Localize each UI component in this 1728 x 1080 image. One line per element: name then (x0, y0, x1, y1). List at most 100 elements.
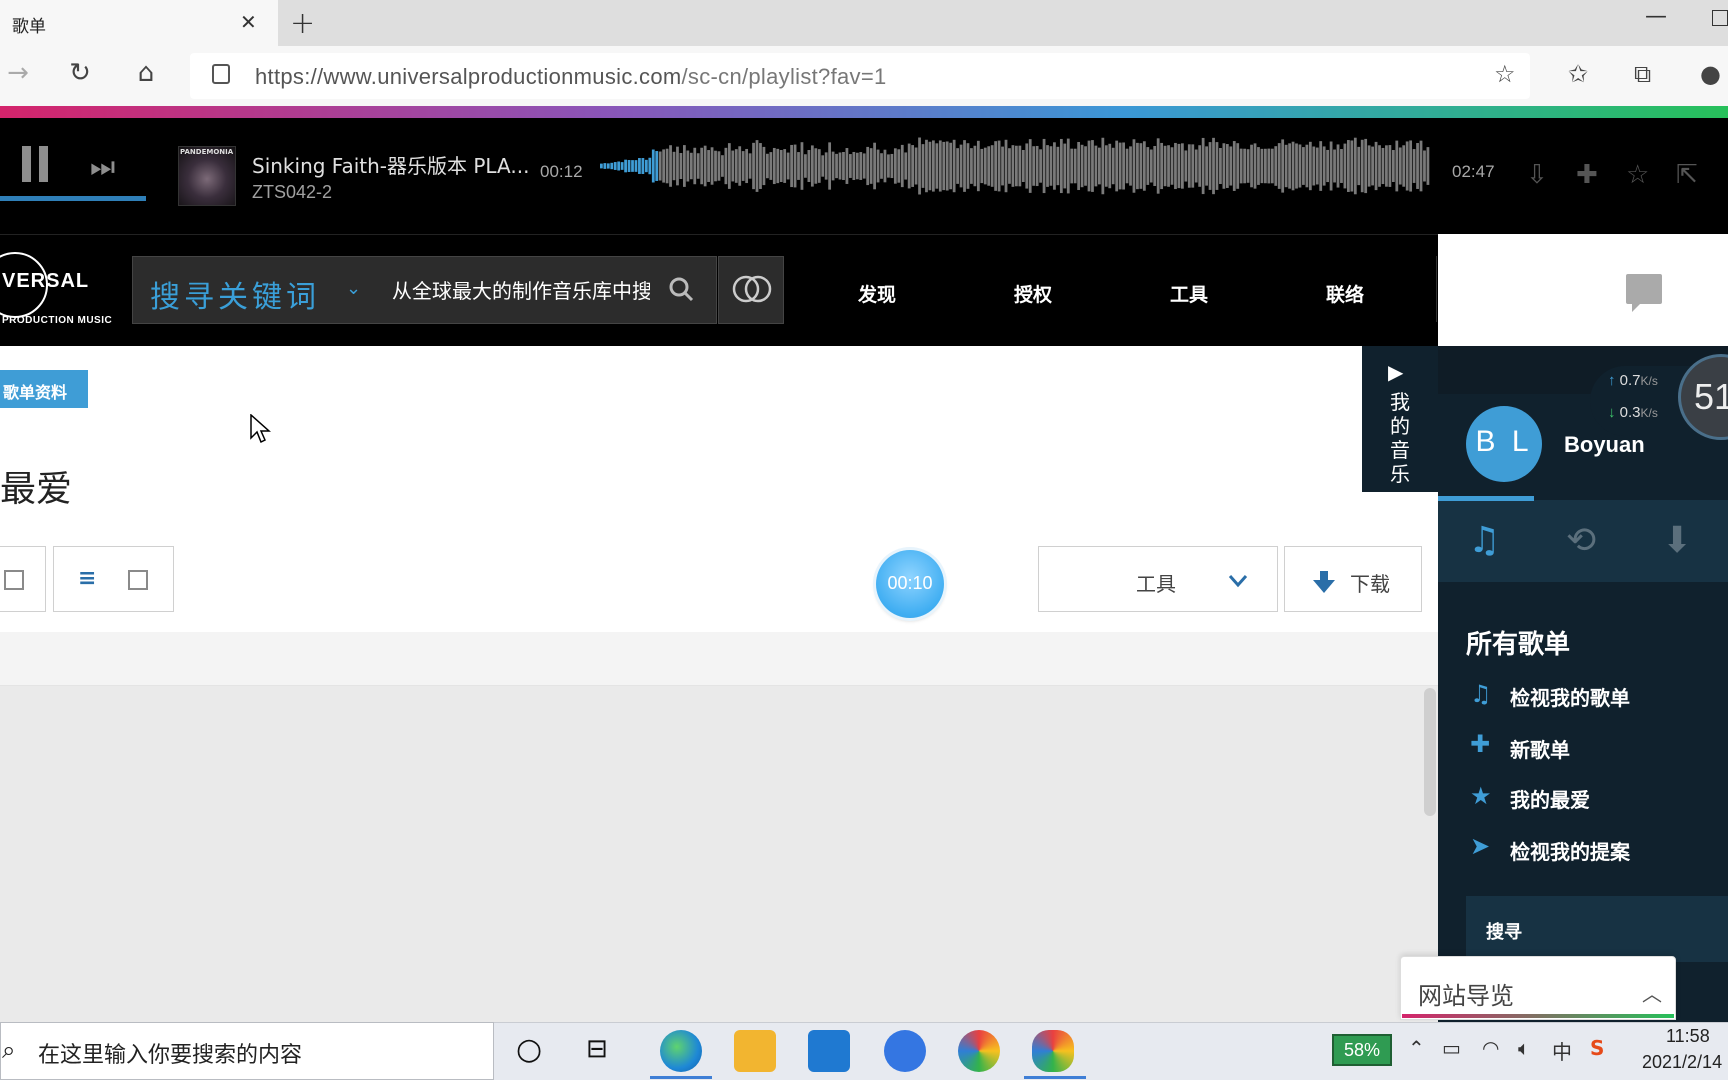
tab-close-icon[interactable]: ✕ (240, 10, 257, 34)
chevron-up-icon[interactable]: ︿ (1642, 978, 1662, 1007)
waveform-bar (613, 162, 617, 170)
taskbar-search-text[interactable]: 在这里输入你要搜索的内容 (38, 1037, 302, 1069)
sort-checkbox[interactable] (128, 570, 148, 590)
refresh-icon[interactable]: ↻ (62, 58, 98, 88)
volume-icon[interactable]: 🔈︎ (1518, 1036, 1530, 1060)
sort-button[interactable] (53, 546, 174, 612)
waveform-bar (1056, 146, 1060, 186)
lock-icon[interactable] (212, 64, 230, 84)
waveform-bar (1340, 149, 1343, 183)
star-icon[interactable]: ★ (1470, 782, 1492, 810)
nav-tools[interactable]: 工具 (1170, 280, 1208, 307)
cortana-icon[interactable]: ○ (516, 1032, 542, 1067)
mail-icon[interactable] (808, 1030, 850, 1072)
sidebar-item-my-playlists[interactable]: 检视我的歌单 (1510, 682, 1630, 711)
waveform-bar (935, 143, 939, 189)
waveform-bar (634, 160, 638, 172)
logo-text[interactable]: VERSAL (2, 270, 89, 293)
waveform-bar (897, 149, 901, 183)
chat-icon[interactable] (1626, 274, 1662, 312)
music-note-icon[interactable]: ♫ (1470, 680, 1492, 708)
edge-icon[interactable] (660, 1030, 702, 1072)
scrollbar[interactable] (1424, 688, 1436, 816)
waveform-bar (1250, 144, 1253, 188)
ime-indicator[interactable]: 中 (1552, 1036, 1572, 1065)
playlists-tab-icon[interactable]: ♫ (1468, 520, 1500, 561)
chrome-like-icon[interactable] (958, 1030, 1000, 1072)
search-type-select[interactable]: 搜寻关键词 (150, 272, 320, 316)
playlist-profile-tab[interactable]: 歌单资料 (0, 370, 88, 408)
search-input[interactable] (392, 270, 650, 312)
tray-expand-icon[interactable]: ⌃ (1408, 1036, 1425, 1060)
site-nav-label[interactable]: 网站导览 (1418, 976, 1514, 1011)
waveform-bar (776, 148, 780, 184)
search-icon[interactable] (668, 276, 694, 302)
tab-title[interactable]: 歌单 (12, 12, 46, 37)
clock-time[interactable]: 11:58 (1666, 1026, 1710, 1047)
favorites-icon[interactable]: ✩ (1568, 60, 1588, 88)
site-color-strip (0, 106, 1728, 118)
app-l-icon[interactable] (884, 1030, 926, 1072)
sidebar-item-my-proposals[interactable]: 检视我的提案 (1510, 836, 1630, 865)
waveform-bar (945, 141, 949, 191)
waveform-bar (693, 147, 697, 185)
waveform-bar (952, 139, 956, 193)
waveform[interactable] (600, 136, 1430, 196)
waveform-bar (828, 142, 832, 190)
add-to-playlist-icon[interactable]: ✚ (1576, 160, 1598, 190)
maximize-icon[interactable] (1712, 10, 1728, 26)
battery-indicator[interactable]: 58% (1332, 1034, 1392, 1066)
new-tab-icon[interactable]: + (290, 6, 315, 41)
waveform-bar (1353, 137, 1357, 195)
waveform-bar (714, 150, 717, 182)
open-track-icon[interactable]: ⇱ (1676, 160, 1698, 190)
waveform-bar (672, 151, 676, 181)
nav-discover[interactable]: 发现 (858, 280, 896, 307)
clock-date[interactable]: 2021/2/14 (1642, 1052, 1722, 1073)
downloads-tab-icon[interactable]: ⬇ (1662, 520, 1692, 561)
download-track-icon[interactable]: ⇩ (1526, 160, 1548, 190)
waveform-bar (994, 141, 998, 191)
plus-icon[interactable]: ✚ (1470, 730, 1490, 758)
waveform-bar (824, 152, 828, 180)
favorite-track-icon[interactable]: ☆ (1626, 160, 1649, 190)
player-progress-bar[interactable] (0, 196, 146, 201)
mouse-cursor-icon (250, 414, 271, 444)
waveform-bar (1395, 140, 1399, 192)
upload-value: 0.7 (1619, 372, 1641, 389)
select-all-checkbox[interactable] (4, 570, 24, 590)
chevron-down-icon[interactable]: ⌄ (346, 278, 361, 299)
profile-icon[interactable]: ● (1700, 60, 1721, 88)
waveform-bar (1312, 146, 1316, 186)
waveform-bar (1419, 140, 1423, 192)
minimize-icon[interactable]: — (1645, 4, 1667, 29)
waveform-bar (1198, 145, 1202, 187)
waveform-bar (1229, 146, 1233, 186)
waveform-bar (866, 146, 870, 186)
waveform-bar (1059, 138, 1063, 194)
nav-contact[interactable]: 联络 (1326, 280, 1364, 307)
paper-plane-icon[interactable]: ➤ (1470, 832, 1490, 860)
url-text[interactable]: https://www.universalproductionmusic.com… (255, 64, 887, 90)
next-track-icon[interactable]: ⏭ (90, 150, 115, 184)
waveform-bar (1398, 147, 1402, 185)
file-explorer-icon[interactable] (734, 1030, 776, 1072)
app-clover-icon[interactable] (1032, 1030, 1074, 1072)
forward-icon[interactable]: → (0, 58, 36, 88)
waveform-bar (1343, 143, 1347, 189)
task-view-icon[interactable]: ⊟ (586, 1034, 608, 1064)
pause-icon[interactable] (22, 146, 48, 182)
sogou-icon[interactable]: S (1590, 1036, 1604, 1060)
waveform-bar (1132, 139, 1136, 193)
language-selector[interactable]: LANG (1490, 278, 1558, 306)
wifi-icon[interactable]: ◠ (1482, 1036, 1499, 1060)
sidebar-item-my-favorites[interactable]: 我的最爱 (1510, 784, 1590, 813)
sidebar-item-new-playlist[interactable]: 新歌单 (1510, 734, 1570, 763)
battery-icon[interactable]: ▭ (1442, 1036, 1461, 1060)
home-icon[interactable]: ⌂ (128, 58, 164, 88)
add-favorite-icon[interactable]: ☆ (1494, 60, 1516, 88)
history-tab-icon[interactable]: ⟲ (1566, 520, 1596, 561)
collections-icon[interactable]: ⧉ (1634, 60, 1651, 88)
logo-subtext[interactable]: PRODUCTION MUSIC (2, 315, 112, 326)
nav-licensing[interactable]: 授权 (1014, 280, 1052, 307)
